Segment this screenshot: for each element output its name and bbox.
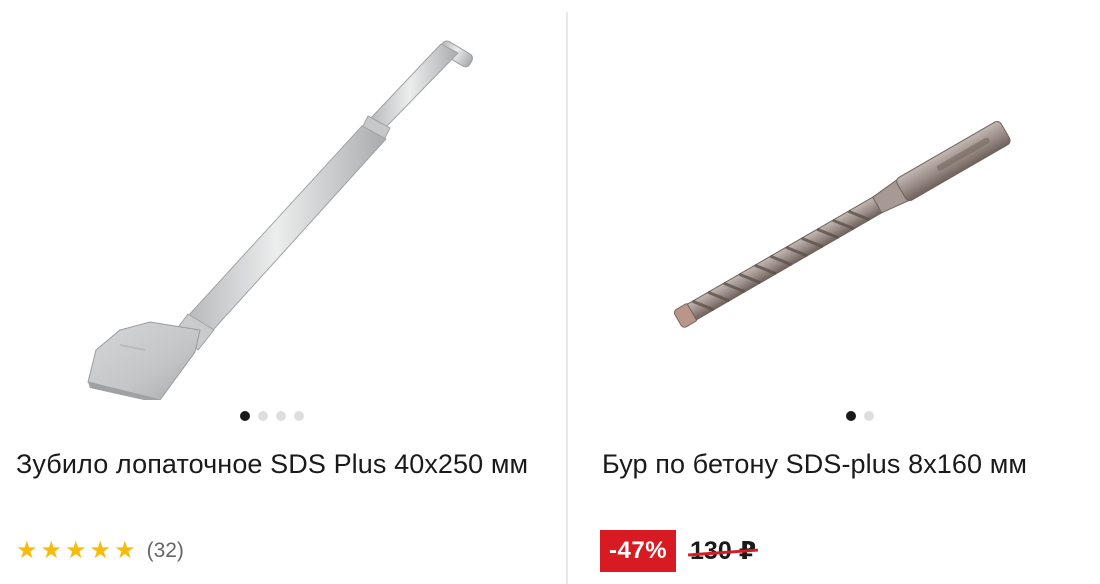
product-rating: ★ ★ ★ ★ ★ (32): [16, 538, 184, 564]
gallery-dot[interactable]: [864, 411, 874, 421]
drill-bit-image: [673, 121, 1011, 328]
gallery-dots: [240, 411, 304, 421]
product-title[interactable]: Бур по бетону SDS-plus 8х160 мм: [602, 446, 1097, 482]
chisel-image: [87, 40, 474, 400]
star-icon: ★: [40, 537, 63, 564]
review-count[interactable]: (32): [147, 539, 184, 563]
star-icon: ★: [16, 537, 38, 564]
gallery-dot[interactable]: [240, 411, 250, 421]
star-icon: ★: [114, 537, 136, 564]
product-image-chisel[interactable]: [0, 0, 566, 400]
product-title[interactable]: Зубило лопаточное SDS Plus 40х250 мм: [16, 446, 536, 482]
star-icon: ★: [65, 537, 87, 564]
gallery-dot[interactable]: [846, 411, 856, 421]
old-price: 130 ₽: [690, 537, 757, 565]
gallery-dot[interactable]: [294, 411, 304, 421]
star-icon: ★: [89, 537, 112, 564]
gallery-dot[interactable]: [258, 411, 268, 421]
gallery-dot[interactable]: [276, 411, 286, 421]
product-card-chisel[interactable]: Зубило лопаточное SDS Plus 40х250 мм ★ ★…: [0, 0, 566, 584]
discount-badge: -47%: [600, 530, 677, 572]
price-row: -47% 130 ₽: [600, 530, 756, 572]
product-image-drill-bit[interactable]: [568, 0, 1100, 400]
product-card-drill-bit[interactable]: Бур по бетону SDS-plus 8х160 мм -47% 130…: [568, 0, 1100, 584]
gallery-dots: [846, 411, 874, 421]
